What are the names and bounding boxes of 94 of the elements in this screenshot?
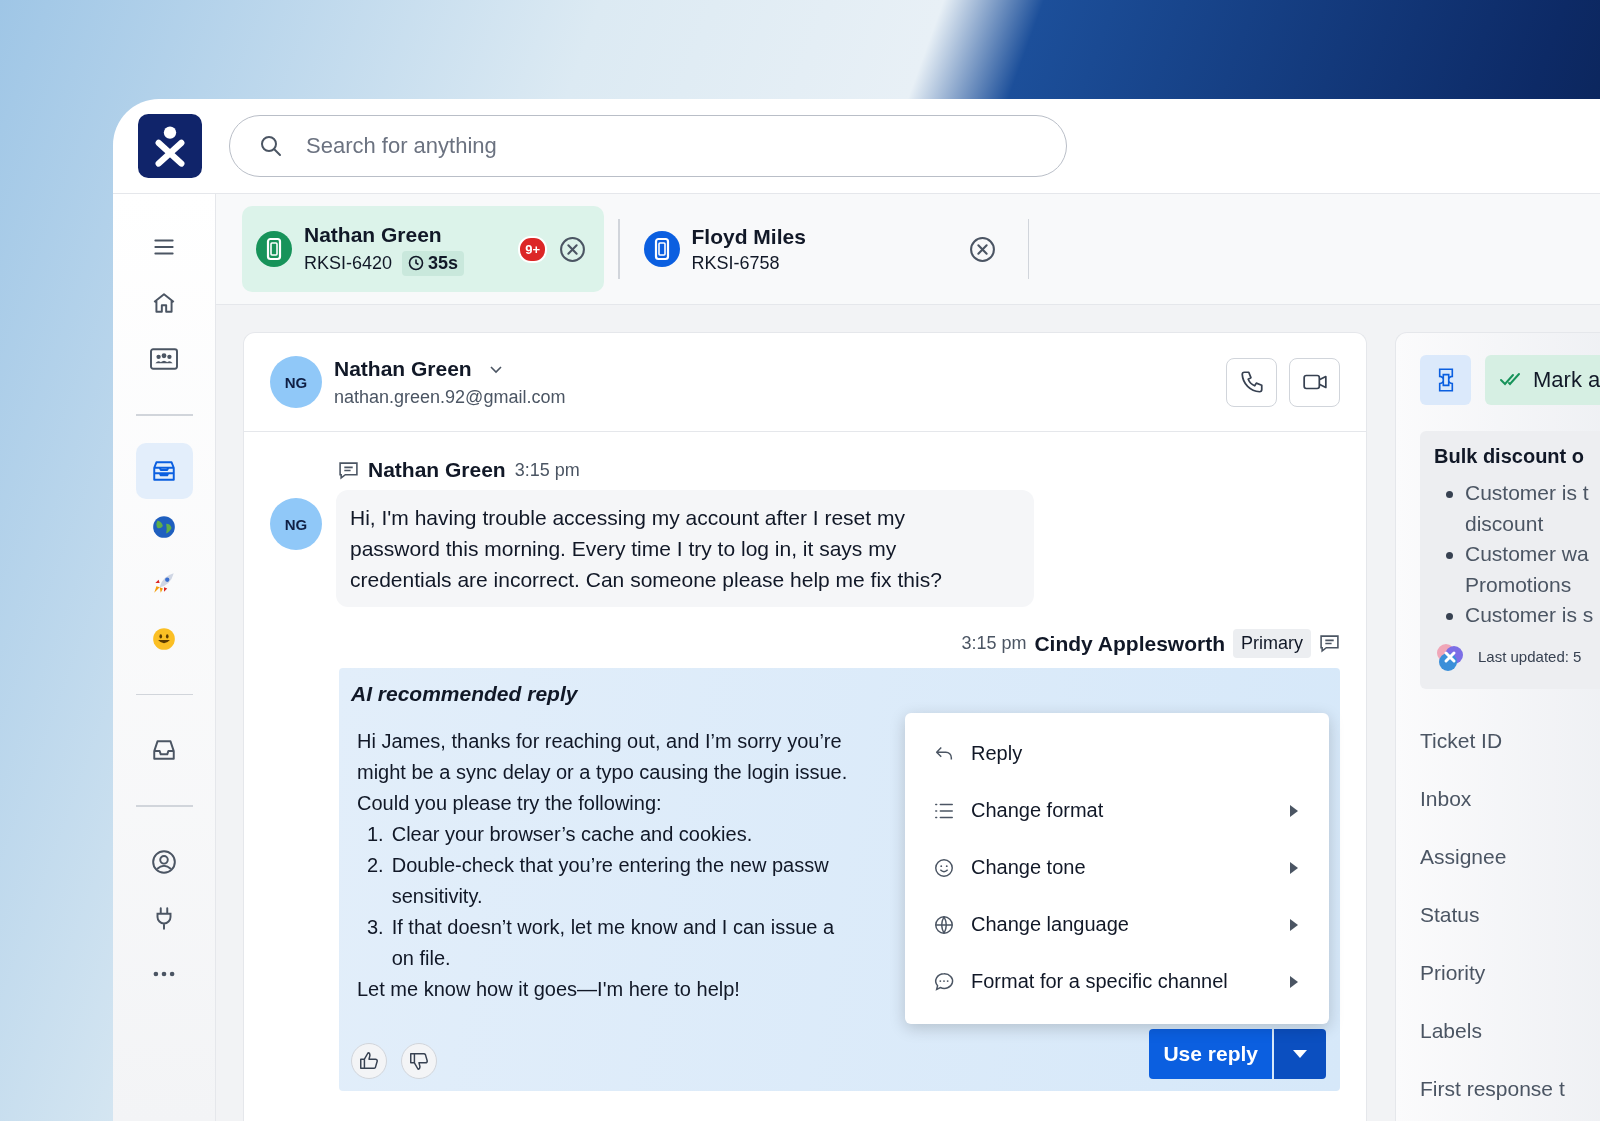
comment-icon bbox=[1319, 633, 1340, 654]
menu-item[interactable]: Format for a specific channel bbox=[905, 953, 1329, 1010]
menu-item[interactable]: Reply bbox=[905, 725, 1329, 782]
contact-avatar: NG bbox=[270, 356, 322, 408]
ticket-icon bbox=[1436, 367, 1455, 393]
reply-text: Hi James, thanks for reaching out, and I’m sorry you’re bbox=[357, 729, 842, 754]
search-icon bbox=[259, 134, 283, 158]
thumbs-down-button[interactable] bbox=[401, 1043, 437, 1079]
reply-text: Clear your browser’s cache and cookies. bbox=[391, 822, 753, 847]
menu-label: Reply bbox=[971, 742, 1024, 765]
summary-text: Customer is s bbox=[1465, 602, 1594, 628]
video-call-button[interactable] bbox=[1289, 357, 1340, 407]
tab-title: Nathan Green bbox=[304, 222, 443, 247]
home-icon bbox=[151, 290, 177, 316]
reply-text: Could you please try the following: bbox=[357, 791, 662, 816]
nav-button[interactable] bbox=[135, 442, 193, 499]
menu-item[interactable]: Change format bbox=[905, 782, 1329, 839]
tab-title: Floyd Miles bbox=[691, 224, 807, 249]
search-field[interactable]: Search for anything bbox=[229, 115, 1067, 177]
reply-text: Double-check that you’re entering the new passw bbox=[391, 853, 829, 878]
summary-title: Bulk discount o bbox=[1434, 445, 1585, 468]
more-icon bbox=[153, 970, 175, 977]
reply-text: on file. bbox=[391, 946, 451, 971]
list-number: 1. bbox=[367, 822, 384, 847]
timer-text: 35s bbox=[428, 252, 459, 274]
chat-bubble-icon bbox=[933, 970, 955, 993]
summary-text: Promotions bbox=[1465, 571, 1573, 598]
call-button[interactable] bbox=[1226, 357, 1277, 407]
close-icon[interactable] bbox=[968, 235, 996, 263]
ai-reply-title: AI recommended reply bbox=[351, 682, 579, 706]
phone-icon bbox=[1238, 369, 1265, 395]
logo-icon bbox=[138, 114, 202, 178]
use-reply-button[interactable]: Use reply bbox=[1149, 1029, 1272, 1079]
thumbs-down-icon bbox=[408, 1050, 430, 1072]
smiley-icon bbox=[933, 856, 955, 879]
clock-icon bbox=[408, 255, 425, 271]
field-label: Ticket ID bbox=[1420, 728, 1504, 753]
close-icon[interactable] bbox=[559, 235, 586, 263]
dropdown-button[interactable] bbox=[1274, 1029, 1326, 1079]
ticket-button[interactable] bbox=[1420, 355, 1471, 405]
menu-item[interactable]: Change language bbox=[905, 896, 1329, 953]
bullet-dot bbox=[1446, 491, 1453, 498]
role-tag: Primary bbox=[1233, 629, 1311, 658]
ticket-id: RKSI-6420 bbox=[304, 252, 393, 274]
reply-text: might be a sync delay or a typo causing the login issue. bbox=[357, 760, 848, 785]
reply-text: sensitivity. bbox=[391, 884, 483, 909]
menu-label: Format for a specific channel bbox=[971, 970, 1229, 993]
field-label: Inbox bbox=[1420, 786, 1473, 811]
agent-name: Cindy Applesworth bbox=[1034, 631, 1225, 656]
thumbs-up-button[interactable] bbox=[351, 1043, 387, 1079]
message-time: 3:15 pm bbox=[961, 633, 1027, 654]
contacts-icon bbox=[148, 346, 180, 372]
field-label: Status bbox=[1420, 902, 1481, 927]
submenu-arrow-icon bbox=[1289, 917, 1299, 932]
smiley-icon bbox=[151, 625, 177, 652]
submenu-arrow-icon bbox=[1289, 860, 1299, 875]
list-number: 3. bbox=[367, 915, 384, 940]
summary-text: Customer wa bbox=[1465, 541, 1589, 567]
menu-label: Change format bbox=[971, 799, 1105, 822]
menu-item[interactable]: Change tone bbox=[905, 839, 1329, 896]
field-label: First response t bbox=[1420, 1076, 1566, 1101]
comment-icon bbox=[338, 459, 359, 481]
reply-text: If that doesn’t work, let me know and I can issue a bbox=[391, 915, 835, 940]
sender-avatar: NG bbox=[270, 498, 322, 550]
conversation-tab[interactable]: Floyd Miles RKSI-6758 bbox=[633, 206, 1014, 292]
bullet-dot bbox=[1446, 613, 1453, 620]
tray-icon bbox=[151, 737, 177, 763]
summary-text: discount bbox=[1465, 510, 1545, 537]
bullet-dot bbox=[1446, 552, 1453, 559]
contact-email: nathan.green.92@gmail.com bbox=[334, 386, 567, 408]
message-bubble: Hi, I'm having trouble accessing my account after I reset my password this morning. Every time I try to log in, it says my credentials are incorrect. Can someone please help me fix this? bbox=[336, 490, 1034, 607]
last-updated: Last updated: 5 bbox=[1478, 648, 1582, 665]
field-label: Assignee bbox=[1420, 844, 1508, 869]
list-number: 2. bbox=[367, 853, 384, 878]
globe-icon bbox=[933, 913, 955, 936]
submenu-arrow-icon bbox=[1289, 974, 1299, 989]
mark-button[interactable]: Mark a bbox=[1485, 355, 1600, 405]
unread-badge: 9+ bbox=[518, 235, 547, 263]
summary-text: Customer is t bbox=[1465, 480, 1589, 506]
globe-icon bbox=[151, 513, 177, 540]
conversation-tab[interactable]: Nathan Green RKSI-6420 35s 9+ bbox=[242, 206, 604, 292]
field-label: Priority bbox=[1420, 960, 1487, 985]
caret-icon bbox=[1292, 1049, 1308, 1059]
menu-label: Change tone bbox=[971, 856, 1087, 879]
thumbs-up-icon bbox=[358, 1050, 380, 1072]
reply-text: Let me know how it goes—I'm here to help! bbox=[357, 977, 740, 1002]
user-icon bbox=[151, 848, 177, 875]
field-label: Labels bbox=[1420, 1018, 1483, 1043]
contact-name: Nathan Green bbox=[334, 356, 472, 381]
menu-label: Change language bbox=[971, 913, 1130, 936]
message-time: 3:15 pm bbox=[514, 459, 580, 481]
ticket-id: RKSI-6758 bbox=[691, 252, 780, 274]
submenu-arrow-icon bbox=[1289, 803, 1299, 818]
message-author: Nathan Green bbox=[368, 458, 506, 482]
